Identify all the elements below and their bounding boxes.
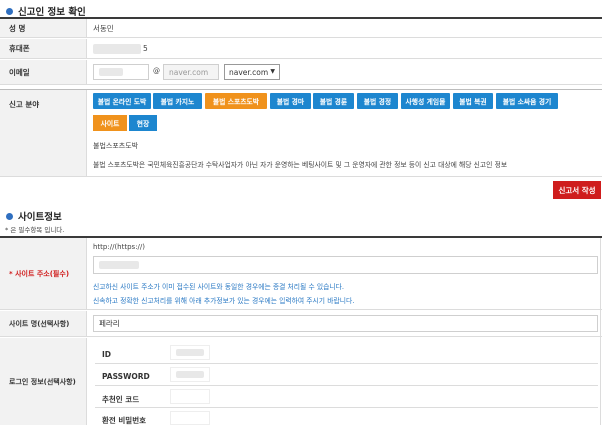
category-btn-horse-racing[interactable]: 불법 경마 — [270, 93, 311, 109]
site-notice-line1: 신고하신 사이트 주소가 이미 접수된 사이트와 동일한 경우에는 종결 처리될… — [93, 283, 345, 291]
category-desc-text: 불법 스포츠도박은 국민체육진흥공단과 수탁사업자가 아닌 자가 운영하는 베팅… — [93, 161, 508, 169]
email-domain-select-value: naver.com — [229, 67, 269, 77]
login-field-ref-label: 추천인 코드 — [102, 395, 140, 404]
category-btn-gaming[interactable]: 사행성 게임물 — [401, 93, 450, 109]
section-bullet-icon — [6, 7, 13, 15]
chevron-down-icon: ▼ — [270, 68, 275, 75]
section-bullet-icon — [6, 212, 13, 220]
email-id-blur — [99, 68, 123, 76]
email-row: 이메일 @ naver.com naver.com ▼ — [0, 60, 602, 85]
write-report-button[interactable]: 신고서 작성 — [553, 181, 601, 199]
category-btn-casino[interactable]: 불법 카지노 — [153, 93, 202, 109]
login-field-id-label: ID — [102, 350, 112, 359]
category-desc-title: 불법스포츠도박 — [93, 142, 139, 150]
email-domain-select[interactable]: naver.com ▼ — [224, 64, 280, 80]
site-notice-line2: 신속하고 정확한 신고처리를 위해 아래 추가정보가 있는 경우에는 입력하여 … — [93, 297, 355, 305]
login-exchange-pw-input[interactable] — [170, 411, 210, 425]
required-note: * 은 필수항목 입니다. — [5, 226, 65, 234]
category-btn-bullfight[interactable]: 불법 소싸움 경기 — [496, 93, 558, 109]
section-title-reporter-info: 신고인 정보 확인 — [6, 4, 86, 18]
email-domain-field[interactable]: naver.com — [163, 64, 219, 80]
login-info-label: 로그인 정보(선택사항) — [0, 338, 87, 425]
category-btn-lottery[interactable]: 불법 복권 — [453, 93, 493, 109]
email-label: 이메일 — [0, 60, 87, 84]
email-id-field[interactable] — [93, 64, 149, 80]
category-label: 신고 분야 — [0, 90, 87, 176]
category-btn-sports-betting[interactable]: 불법 스포츠도박 — [205, 93, 267, 109]
category-btn-boat-racing[interactable]: 불법 경정 — [357, 93, 398, 109]
phone-row: 휴대폰 5 — [0, 39, 602, 59]
sub-btn-onsite[interactable]: 현장 — [129, 115, 157, 131]
login-field-pw-label: PASSWORD — [102, 372, 150, 381]
name-value: 서동민 — [93, 23, 114, 33]
login-id-input[interactable] — [170, 345, 210, 360]
category-btn-online-gambling[interactable]: 불법 온라인 도박 — [93, 93, 151, 109]
frame-right-border — [600, 238, 601, 425]
sub-btn-site[interactable]: 사이트 — [93, 115, 127, 131]
section-title-text: 사이트정보 — [18, 212, 62, 223]
site-name-input[interactable]: 페라리 — [93, 315, 598, 332]
site-address-label: * 사이트 주소(필수) — [0, 238, 87, 309]
login-password-blur — [176, 371, 204, 378]
phone-value: 5 — [143, 44, 148, 53]
phone-value-wrap: 5 — [93, 39, 148, 58]
phone-label: 휴대폰 — [0, 39, 87, 58]
login-referral-input[interactable] — [170, 389, 210, 404]
name-row: 성 명 서동민 — [0, 19, 602, 38]
phone-blur — [93, 43, 141, 54]
section-title-text: 신고인 정보 확인 — [18, 7, 86, 18]
email-at-sign: @ — [153, 67, 160, 75]
site-address-blur — [99, 261, 139, 269]
site-address-input[interactable] — [93, 256, 598, 274]
site-address-hint: http://(https://) — [93, 243, 145, 251]
site-name-label: 사이트 명(선택사항) — [0, 311, 87, 336]
login-id-blur — [176, 349, 204, 356]
category-btn-cycle-racing[interactable]: 불법 경륜 — [313, 93, 354, 109]
name-label: 성 명 — [0, 19, 87, 37]
login-field-exch-label: 환전 비밀번호 — [102, 416, 147, 425]
login-password-input[interactable] — [170, 367, 210, 382]
section-title-site-info: 사이트정보 — [6, 209, 62, 223]
